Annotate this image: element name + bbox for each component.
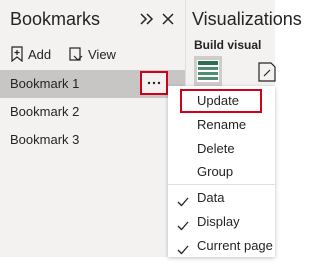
menu-item-update[interactable]: Update bbox=[180, 89, 262, 113]
bookmarks-title: Bookmarks bbox=[10, 9, 101, 29]
visualizations-title: Visualizations bbox=[192, 9, 302, 29]
menu-item-delete[interactable]: Delete bbox=[168, 137, 275, 161]
menu-item-label: Display bbox=[197, 214, 240, 229]
menu-item-display[interactable]: Display bbox=[168, 210, 275, 234]
close-icon[interactable] bbox=[160, 11, 176, 27]
bookmark-label: Bookmark 3 bbox=[10, 132, 80, 147]
table-visual-icon bbox=[194, 56, 222, 86]
add-bookmark-button[interactable]: Add bbox=[10, 44, 51, 64]
bookmark-context-menu: Update Rename Delete Group Data Display … bbox=[168, 86, 275, 257]
menu-divider bbox=[168, 184, 275, 185]
bookmark-item[interactable]: Bookmark 2 bbox=[0, 98, 185, 126]
menu-item-label: Group bbox=[197, 164, 234, 179]
build-visual-label: Build visual bbox=[194, 38, 262, 52]
checkmark-icon bbox=[177, 192, 189, 207]
menu-item-label: Delete bbox=[197, 141, 235, 156]
bookmark-item[interactable]: Bookmark 3 bbox=[0, 126, 185, 154]
bookmark-label: Bookmark 2 bbox=[10, 104, 80, 119]
menu-item-label: Current page bbox=[197, 238, 273, 253]
menu-item-current-page[interactable]: Current page bbox=[168, 234, 275, 258]
menu-item-data[interactable]: Data bbox=[168, 186, 275, 210]
view-bookmarks-label: View bbox=[88, 46, 116, 62]
menu-item-rename[interactable]: Rename bbox=[168, 113, 275, 137]
menu-item-label: Update bbox=[197, 93, 239, 108]
collapse-pane-icon[interactable] bbox=[139, 11, 155, 27]
checkmark-icon bbox=[177, 216, 189, 231]
menu-item-label: Data bbox=[197, 190, 225, 205]
ellipsis-icon bbox=[147, 81, 161, 85]
add-bookmark-icon bbox=[10, 46, 28, 62]
bookmark-list: Bookmark 1 Bookmark 2 Bookmark 3 bbox=[0, 70, 185, 154]
more-options-button[interactable] bbox=[140, 71, 168, 95]
visual-type-tile[interactable] bbox=[194, 56, 222, 86]
add-bookmark-label: Add bbox=[28, 46, 52, 62]
bookmark-label: Bookmark 1 bbox=[10, 76, 80, 91]
menu-item-group[interactable]: Group bbox=[168, 160, 275, 184]
menu-item-label: Rename bbox=[197, 117, 247, 132]
format-visual-icon[interactable] bbox=[256, 60, 278, 84]
bookmarks-pane: Bookmarks Add View Bookmark 1 Bookmark 2 bbox=[0, 0, 185, 257]
checkmark-icon bbox=[177, 240, 189, 255]
bookmark-item[interactable]: Bookmark 1 bbox=[0, 70, 185, 98]
view-icon bbox=[68, 46, 88, 62]
view-bookmarks-button[interactable]: View bbox=[68, 44, 116, 64]
